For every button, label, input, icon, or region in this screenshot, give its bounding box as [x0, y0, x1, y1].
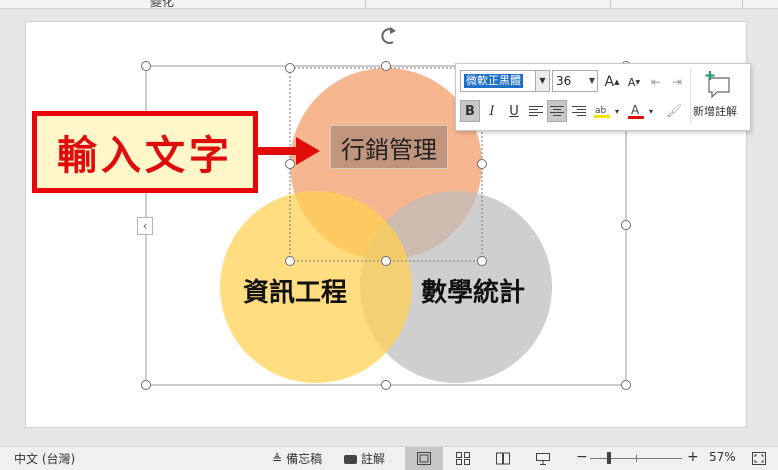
- decrease-font-size-icon[interactable]: A ▼: [624, 71, 644, 93]
- comments-button[interactable]: 註解: [344, 450, 385, 467]
- font-color-icon[interactable]: A: [626, 100, 646, 122]
- resize-handle[interactable]: [381, 61, 391, 71]
- zoom-out-button[interactable]: −: [576, 449, 588, 465]
- resize-handle[interactable]: [477, 256, 487, 266]
- increase-indent-icon[interactable]: ⇥: [667, 71, 687, 93]
- font-name-value: 微軟正黑體: [464, 74, 523, 88]
- resize-handle[interactable]: [285, 159, 295, 169]
- bold-button[interactable]: B: [460, 100, 480, 122]
- mini-toolbar: 微軟正黑體 ▼ 36 ▼ A ▲ A ▼ ⇤ ⇥ B I U ab ▾ A ▾ 🖌 …: [455, 63, 751, 131]
- resize-handle[interactable]: [285, 63, 295, 73]
- format-painter-icon[interactable]: 🖌: [664, 100, 684, 122]
- notes-icon: ≜: [272, 451, 283, 466]
- resize-handle[interactable]: [621, 220, 631, 230]
- resize-handle[interactable]: [477, 159, 487, 169]
- chevron-down-icon[interactable]: ▼: [535, 71, 549, 91]
- align-right-icon[interactable]: [569, 100, 589, 122]
- resize-handle[interactable]: [381, 256, 391, 266]
- text-pane-toggle-button[interactable]: ‹: [137, 217, 153, 235]
- venn-label-math[interactable]: 數學統計: [421, 272, 525, 309]
- input-text-callout: 輸入文字: [32, 111, 258, 193]
- slideshow-view-icon[interactable]: [524, 447, 562, 470]
- increase-font-size-icon[interactable]: A ▲: [602, 71, 622, 93]
- svg-text:ab: ab: [595, 106, 607, 116]
- new-comment-icon: [705, 71, 730, 99]
- font-name-combobox[interactable]: 微軟正黑體 ▼: [460, 70, 550, 92]
- chevron-down-icon[interactable]: ▾: [613, 100, 621, 122]
- zoom-level[interactable]: 57%: [709, 450, 736, 464]
- language-indicator[interactable]: 中文 (台灣): [14, 450, 75, 467]
- chevron-down-icon[interactable]: ▾: [647, 100, 655, 122]
- venn-label-marketing[interactable]: 行銷管理: [330, 125, 448, 169]
- font-size-combobox[interactable]: 36 ▼: [552, 70, 598, 92]
- reading-view-icon[interactable]: [484, 447, 522, 470]
- align-center-icon[interactable]: [547, 100, 567, 122]
- zoom-in-button[interactable]: +: [687, 449, 699, 465]
- notes-button[interactable]: ≜ 備忘稿: [272, 450, 322, 467]
- zoom-slider-midmark: [636, 455, 637, 462]
- comments-label: 註解: [361, 452, 386, 466]
- align-left-icon[interactable]: [526, 100, 546, 122]
- highlight-color-icon[interactable]: ab: [592, 100, 612, 122]
- resize-handle[interactable]: [285, 256, 295, 266]
- zoom-slider-thumb[interactable]: [607, 452, 611, 464]
- decrease-indent-icon[interactable]: ⇤: [646, 71, 666, 93]
- underline-button[interactable]: U: [504, 100, 524, 122]
- new-comment-button[interactable]: 新增註解: [690, 68, 747, 124]
- comment-icon: [344, 455, 357, 464]
- resize-handle[interactable]: [141, 61, 151, 71]
- resize-handle[interactable]: [381, 380, 391, 390]
- resize-handle[interactable]: [621, 380, 631, 390]
- notes-label: 備忘稿: [286, 452, 323, 466]
- new-comment-label: 新增註解: [693, 105, 737, 118]
- resize-handle[interactable]: [141, 380, 151, 390]
- fit-to-window-icon[interactable]: [740, 447, 778, 470]
- slide-sorter-view-icon[interactable]: [444, 447, 482, 470]
- venn-label-cs[interactable]: 資訊工程: [243, 272, 347, 309]
- italic-button[interactable]: I: [482, 100, 502, 122]
- rotate-handle-icon[interactable]: [381, 27, 396, 44]
- chevron-down-icon[interactable]: ▼: [589, 76, 595, 85]
- svg-text:A: A: [631, 103, 640, 117]
- status-bar: 中文 (台灣) ≜ 備忘稿 註解 − + 57%: [0, 446, 778, 470]
- normal-view-icon[interactable]: [405, 447, 443, 470]
- font-size-value: 36: [556, 74, 572, 88]
